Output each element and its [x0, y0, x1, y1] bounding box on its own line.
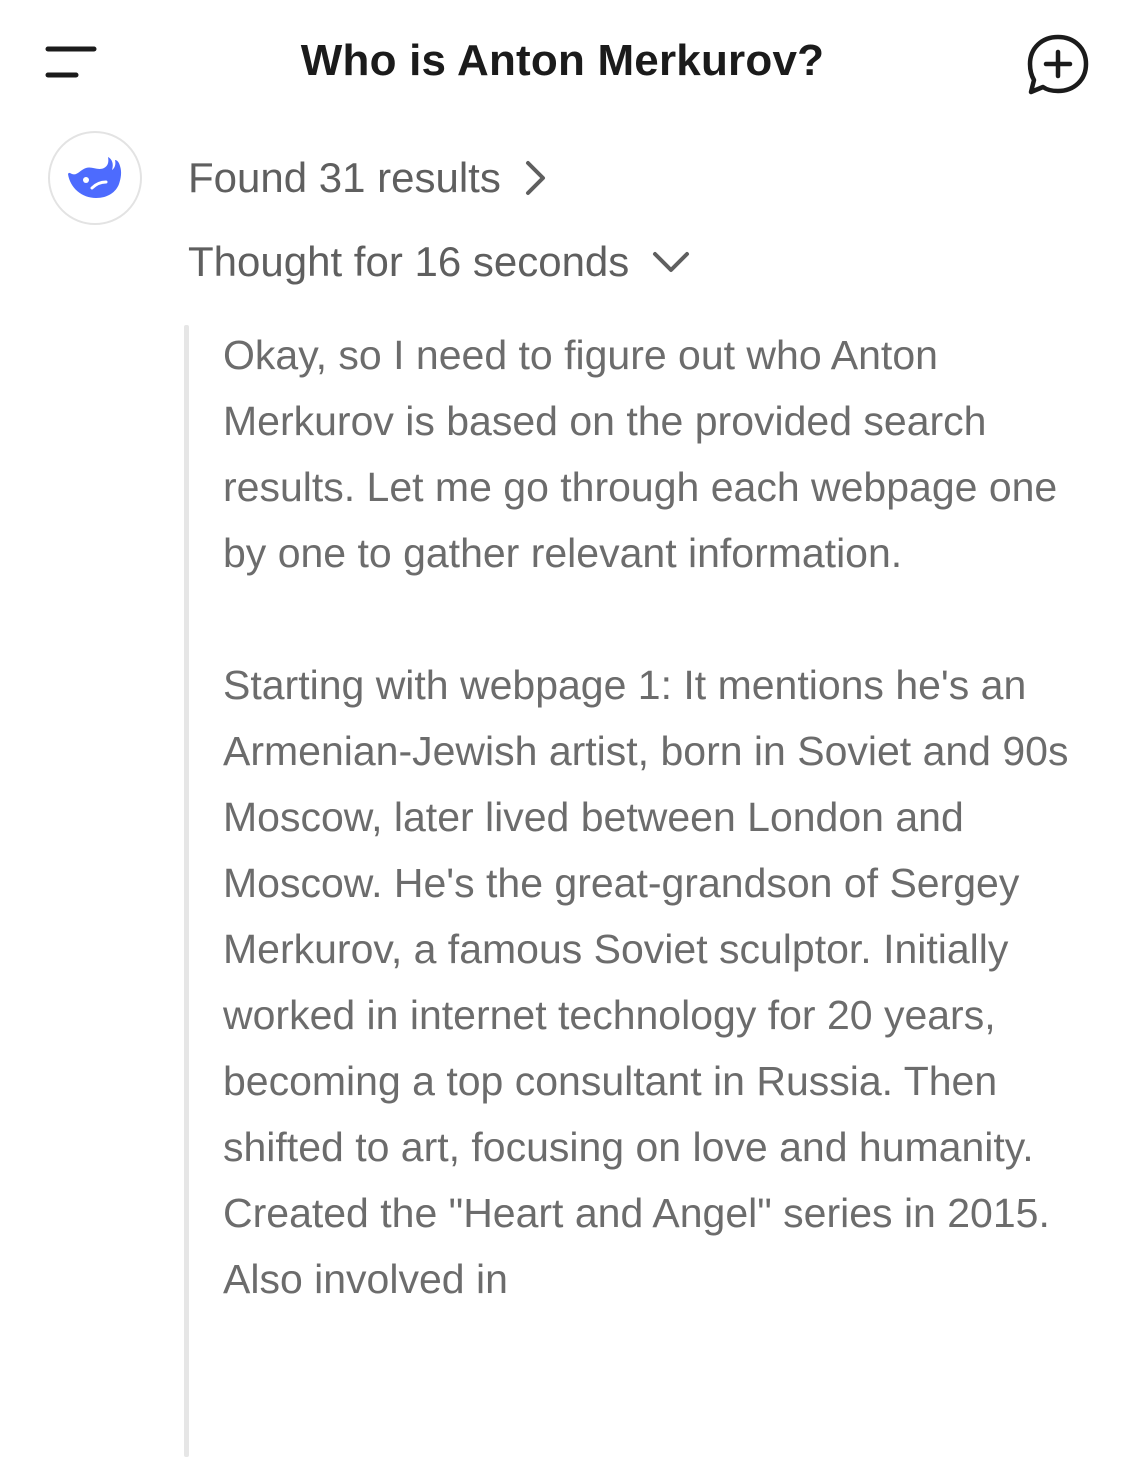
new-chat-icon [1027, 34, 1089, 95]
whale-logo-icon [68, 157, 122, 198]
reasoning-divider [184, 325, 189, 1457]
reasoning-content: Okay, so I need to figure out who Anton … [223, 322, 1083, 1312]
menu-button[interactable] [38, 36, 106, 92]
search-results-toggle[interactable]: Found 31 results [188, 154, 549, 202]
thought-label: Thought for 16 seconds [188, 238, 630, 285]
reasoning-paragraph: Starting with webpage 1: It mentions he'… [223, 662, 1069, 1302]
chevron-down-icon [651, 249, 691, 275]
reasoning-paragraph: Okay, so I need to figure out who Anton … [223, 332, 1058, 576]
chevron-right-icon [523, 159, 549, 197]
thought-toggle[interactable]: Thought for 16 seconds [188, 238, 691, 286]
menu-icon [45, 46, 97, 78]
chat-header: Who is Anton Merkurov? [0, 0, 1125, 130]
assistant-avatar [48, 131, 142, 225]
page-title: Who is Anton Merkurov? [300, 36, 825, 85]
new-chat-button[interactable] [1022, 30, 1094, 98]
search-results-label: Found 31 results [188, 154, 501, 201]
